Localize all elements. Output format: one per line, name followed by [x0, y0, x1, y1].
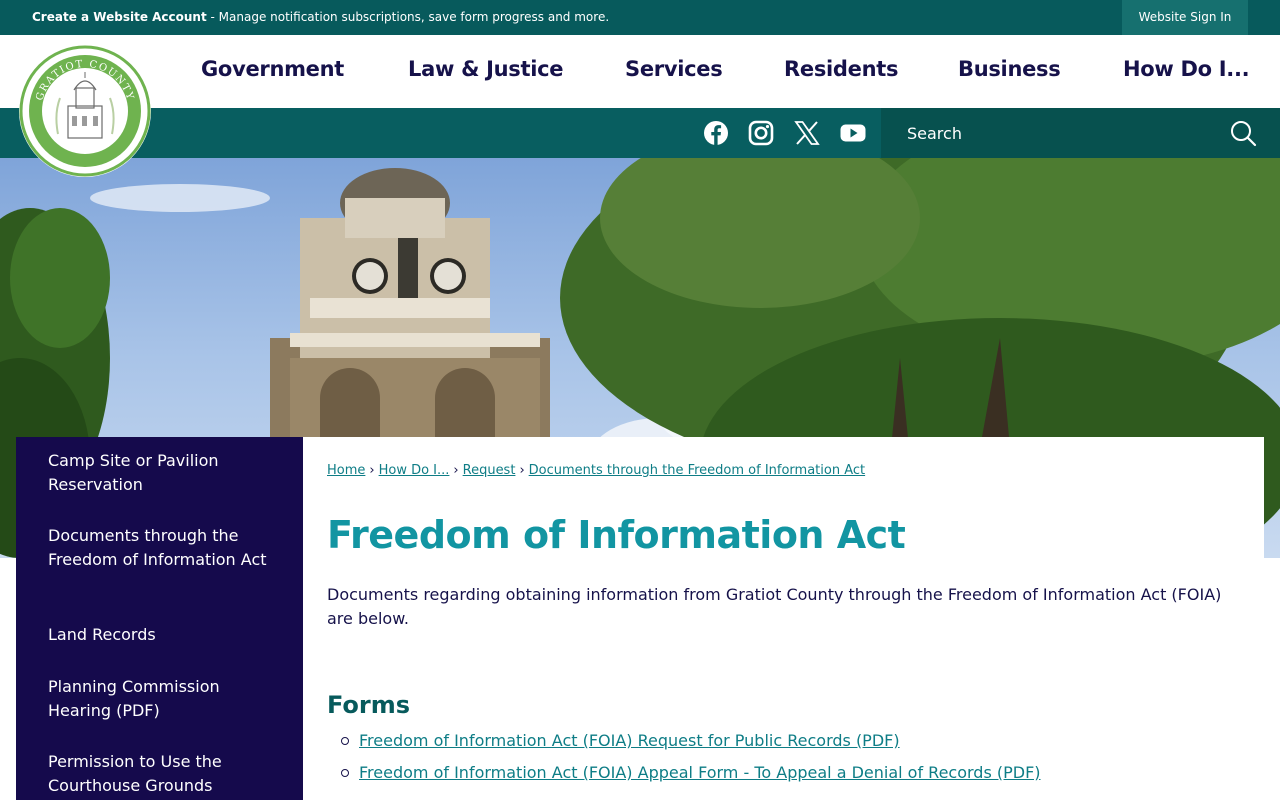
- create-account-link[interactable]: Create a Website Account: [32, 10, 207, 24]
- county-seal-logo[interactable]: GRATIOT COUNTY MICHIGAN EST 1855: [18, 44, 152, 178]
- facebook-icon[interactable]: [701, 118, 731, 148]
- x-icon[interactable]: [792, 118, 822, 148]
- breadcrumb: Home › How Do I... › Request › Documents throu…: [327, 463, 865, 478]
- sidebar-item-land-records[interactable]: Land Records: [48, 623, 268, 647]
- sidebar-item-planning-commission[interactable]: Planning Commission Hearing (PDF): [48, 675, 268, 723]
- list-item: Freedom of Information Act (FOIA) Reques…: [327, 729, 1227, 761]
- breadcrumb-foia-documents[interactable]: Documents through the Freedom of Informa…: [529, 463, 865, 478]
- breadcrumb-separator: ›: [453, 463, 459, 478]
- top-utility-bar: Create a Website Account - Manage notifi…: [0, 0, 1280, 35]
- nav-services[interactable]: Services: [625, 57, 723, 81]
- search-box: [881, 108, 1280, 158]
- search-icon[interactable]: [1228, 118, 1258, 148]
- forms-heading: Forms: [327, 691, 411, 719]
- search-input[interactable]: [907, 121, 1227, 145]
- website-sign-in-button[interactable]: Website Sign In: [1122, 0, 1248, 35]
- breadcrumb-home[interactable]: Home: [327, 463, 365, 478]
- sidebar-item-camp-site[interactable]: Camp Site or Pavilion Reservation: [48, 449, 268, 497]
- main-content: Home › How Do I... › Request › Documents throu…: [303, 437, 1264, 800]
- page-description: Documents regarding obtaining informatio…: [327, 585, 1222, 628]
- account-message: Create a Website Account - Manage notifi…: [32, 10, 609, 24]
- main-header: Government Law & Justice Services Reside…: [0, 35, 1280, 108]
- nav-law-justice[interactable]: Law & Justice: [408, 57, 563, 81]
- youtube-icon[interactable]: [838, 118, 868, 148]
- nav-residents[interactable]: Residents: [784, 57, 898, 81]
- foia-request-form-link[interactable]: Freedom of Information Act (FOIA) Reques…: [359, 731, 900, 750]
- list-item: Freedom of Information Act (FOIA) Appeal…: [327, 761, 1227, 793]
- instagram-icon[interactable]: [746, 118, 776, 148]
- nav-government[interactable]: Government: [201, 57, 344, 81]
- sidebar-item-foia-documents[interactable]: Documents through the Freedom of Informa…: [48, 524, 268, 572]
- sidebar-item-courthouse-grounds[interactable]: Permission to Use the Courthouse Grounds: [48, 750, 268, 798]
- nav-business[interactable]: Business: [958, 57, 1061, 81]
- foia-appeal-form-link[interactable]: Freedom of Information Act (FOIA) Appeal…: [359, 763, 1041, 782]
- breadcrumb-separator: ›: [519, 463, 525, 478]
- breadcrumb-separator: ›: [369, 463, 375, 478]
- nav-how-do-i[interactable]: How Do I...: [1123, 57, 1250, 81]
- breadcrumb-request[interactable]: Request: [463, 463, 516, 478]
- forms-list: Freedom of Information Act (FOIA) Reques…: [327, 729, 1227, 793]
- account-message-text: - Manage notification subscriptions, sav…: [206, 10, 610, 24]
- breadcrumb-how-do-i[interactable]: How Do I...: [379, 463, 450, 478]
- page-title: Freedom of Information Act: [327, 513, 906, 557]
- sidebar-nav: Camp Site or Pavilion Reservation Docume…: [16, 437, 303, 800]
